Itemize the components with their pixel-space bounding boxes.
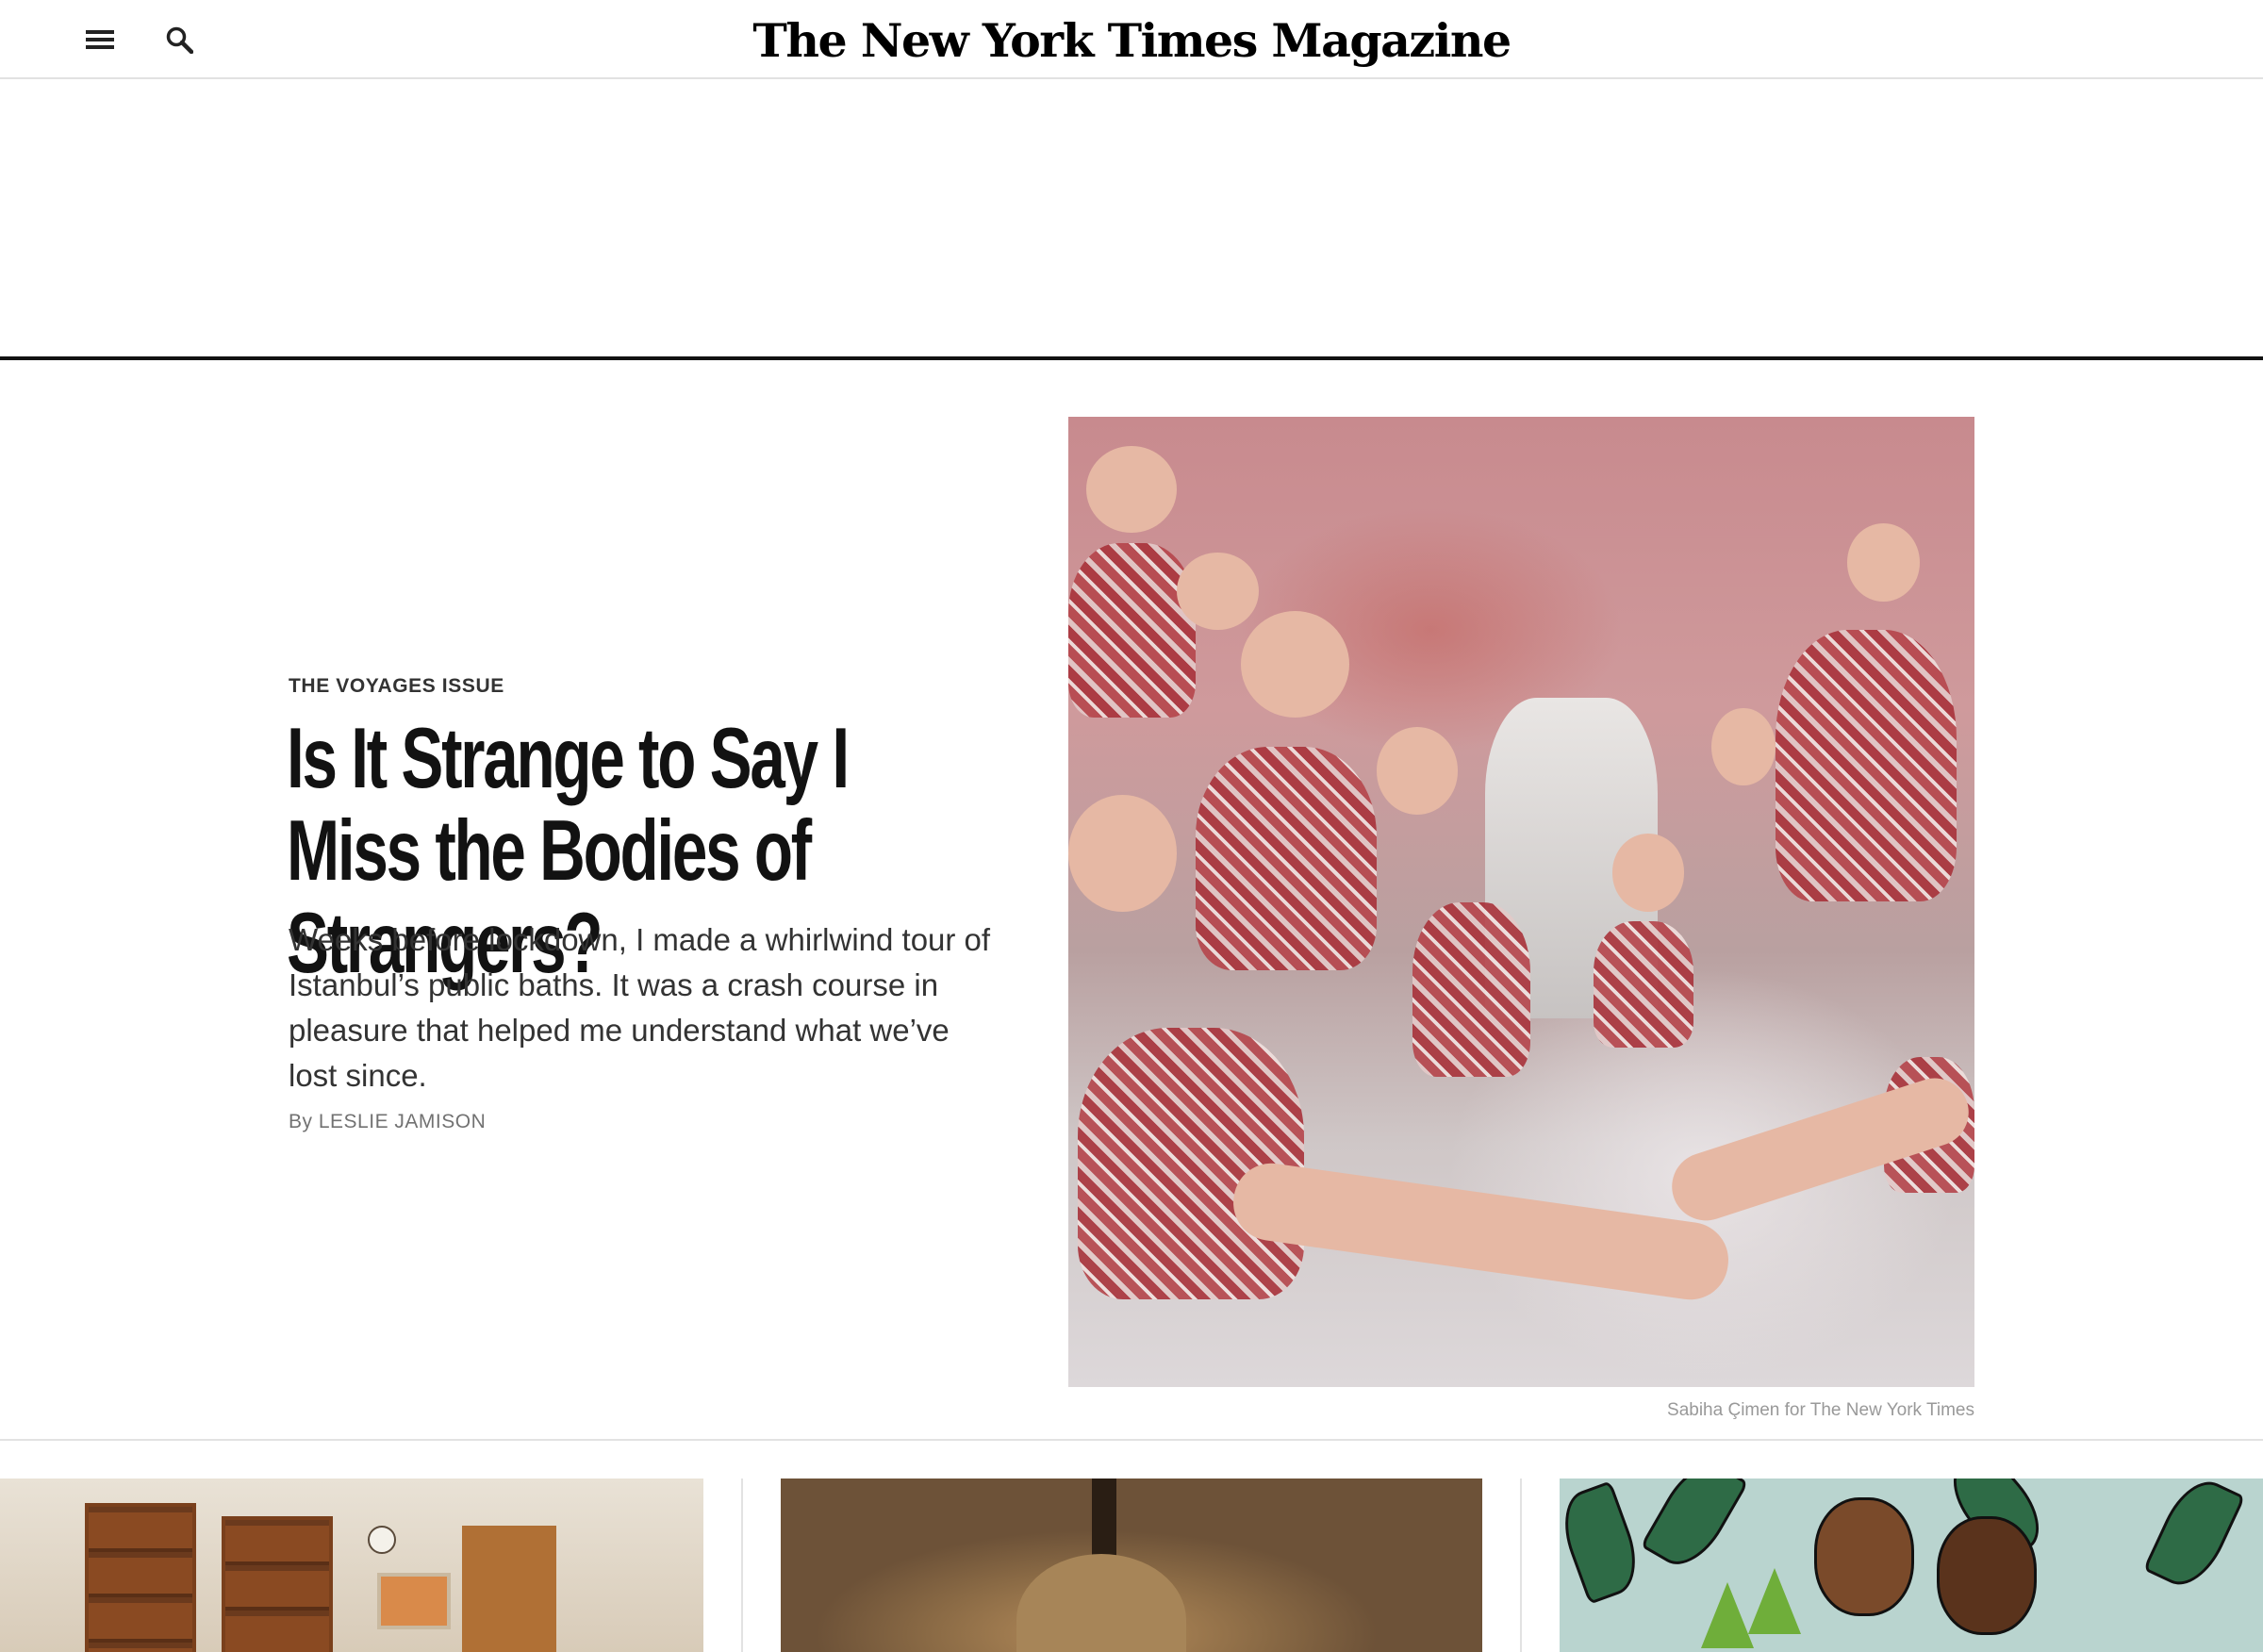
column-divider — [741, 1479, 743, 1652]
figure-head — [1177, 553, 1259, 631]
figure-towel — [1195, 746, 1377, 970]
wall-picture — [377, 1573, 451, 1629]
story-card-image-3[interactable] — [1560, 1479, 2263, 1652]
lead-story-image[interactable] — [1068, 417, 1974, 1387]
story-card-image-1[interactable] — [0, 1479, 703, 1652]
figure-towel — [1775, 630, 1957, 902]
figure-head — [1847, 523, 1921, 602]
search-icon — [166, 26, 193, 54]
pine-tree — [1701, 1582, 1754, 1648]
illustrated-person — [1937, 1516, 2037, 1635]
figure-head — [1086, 445, 1178, 534]
nyt-magazine-logo[interactable]: The New York Times Magazine — [752, 8, 1511, 74]
leaf — [1640, 1479, 1749, 1578]
section-divider — [0, 1439, 2263, 1441]
menu-button[interactable] — [79, 19, 121, 60]
pine-tree — [1748, 1568, 1801, 1634]
story-kicker[interactable]: THE VOYAGES ISSUE — [289, 675, 504, 698]
search-button[interactable] — [158, 19, 200, 60]
door — [462, 1526, 556, 1652]
figure-towel — [1068, 542, 1196, 718]
figure-head — [1068, 795, 1178, 912]
ad-slot — [0, 79, 2263, 357]
dress-form — [1016, 1554, 1186, 1652]
bookshelf — [85, 1503, 196, 1652]
figure-leg — [1663, 1069, 1974, 1230]
wall-clock — [368, 1526, 396, 1554]
illustrated-person — [1814, 1497, 1914, 1616]
story-card-image-2[interactable] — [781, 1479, 1482, 1652]
figure-head — [1240, 610, 1349, 718]
column-divider — [1520, 1479, 1522, 1652]
masthead: The New York Times Magazine — [0, 0, 2263, 79]
leaf — [1560, 1480, 1648, 1605]
figure-head — [1611, 834, 1685, 912]
story-summary[interactable]: Weeks before lockdown, I made a whirlwin… — [289, 917, 1005, 1099]
figure-head — [1376, 727, 1459, 815]
figure-leg — [1228, 1158, 1733, 1305]
figure-towel — [1594, 921, 1694, 1048]
byline-prefix: By — [289, 1111, 313, 1132]
story-byline: By LESLIE JAMISON — [289, 1111, 486, 1133]
byline-author[interactable]: LESLIE JAMISON — [319, 1111, 486, 1132]
figure-towel — [1412, 901, 1531, 1077]
leaf — [2142, 1479, 2246, 1596]
section-rule — [0, 356, 2263, 360]
image-credit: Sabiha Çimen for The New York Times — [1667, 1400, 1974, 1420]
figure-head — [1711, 707, 1776, 785]
bookshelf — [222, 1516, 333, 1652]
hamburger-menu-icon — [86, 30, 114, 49]
